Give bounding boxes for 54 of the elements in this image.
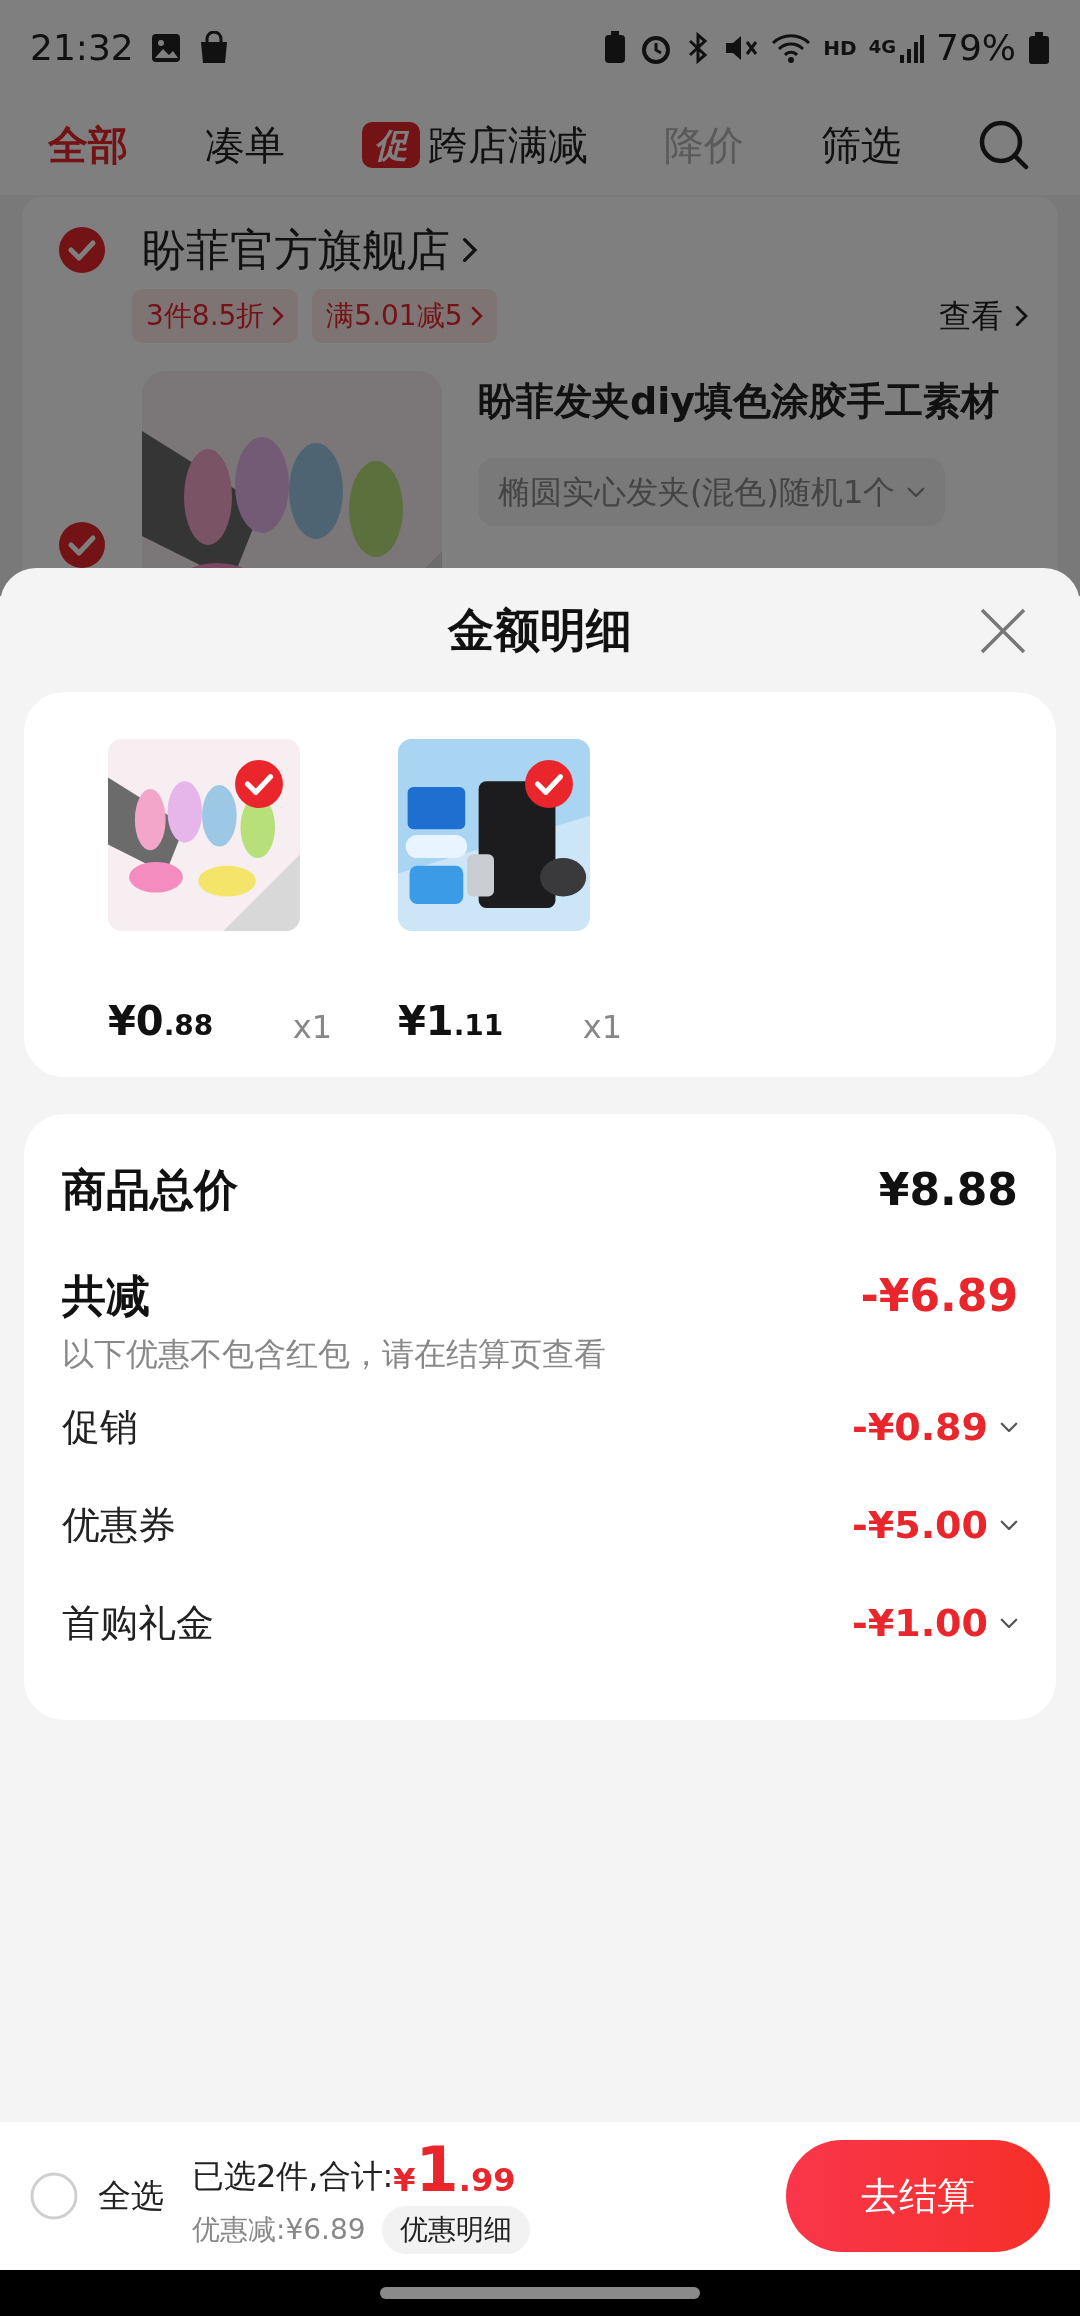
- chevron-right-icon: [470, 306, 483, 326]
- select-all-checkbox[interactable]: [30, 2172, 78, 2220]
- selected-summary: 已选2件,合计:: [192, 2156, 394, 2197]
- total-value: ¥8.88: [878, 1163, 1018, 1217]
- chevron-down-icon: [1000, 1519, 1018, 1531]
- product-check-icon[interactable]: [58, 521, 106, 569]
- battery-percent: 79%: [936, 25, 1016, 70]
- discount-label: 共减: [62, 1269, 150, 1323]
- item-check-icon[interactable]: [234, 759, 284, 809]
- status-time: 21:32: [30, 25, 134, 70]
- discount-row-value[interactable]: -¥5.00: [852, 1496, 1018, 1554]
- discount-row-label: 优惠券: [62, 1501, 176, 1549]
- chevron-right-icon: [272, 306, 285, 326]
- filter-tab[interactable]: 全部: [48, 115, 128, 175]
- filter-tab[interactable]: 筛选: [821, 115, 902, 175]
- network-label: 4G: [868, 34, 896, 59]
- filter-tab[interactable]: 凑单: [204, 115, 285, 175]
- filter-tab[interactable]: 促 跨店满减: [361, 115, 588, 175]
- discount-value: -¥6.89: [860, 1269, 1018, 1323]
- discount-summary: 优惠减:¥6.89: [192, 2212, 366, 2248]
- sheet-title: 金额明细: [448, 601, 632, 659]
- view-link[interactable]: 查看: [938, 292, 1028, 340]
- select-all-label: 全选: [98, 2175, 164, 2218]
- chevron-right-icon: [462, 237, 478, 263]
- close-icon[interactable]: [978, 606, 1028, 656]
- image-icon: [149, 31, 182, 64]
- chevron-down-icon: [1000, 1617, 1018, 1629]
- promo-tag[interactable]: 满5.01减5: [312, 289, 497, 343]
- promo-badge: 促: [361, 122, 420, 168]
- discount-row-label: 促销: [62, 1403, 138, 1451]
- total-label: 商品总价: [62, 1163, 238, 1217]
- promo-tag[interactable]: 3件8.5折: [132, 289, 299, 343]
- discount-detail-button[interactable]: 优惠明细: [381, 2206, 530, 2254]
- battery-icon: [1028, 30, 1050, 65]
- discount-row-label: 首购礼金: [62, 1599, 214, 1647]
- total-price: ¥1.99: [393, 2138, 516, 2204]
- signal-icon: [900, 32, 924, 63]
- chevron-right-icon: [1014, 305, 1028, 327]
- checkout-button[interactable]: 去结算: [786, 2140, 1050, 2252]
- item-price: ¥0.88: [108, 997, 214, 1046]
- discount-row-value[interactable]: -¥1.00: [852, 1594, 1018, 1652]
- chevron-down-icon: [907, 486, 926, 498]
- store-check-icon[interactable]: [58, 226, 106, 274]
- chevron-down-icon: [1000, 1421, 1018, 1433]
- item-quantity: x1: [582, 1007, 622, 1048]
- discount-row-value[interactable]: -¥0.89: [852, 1398, 1018, 1456]
- store-name[interactable]: 盼菲官方旗舰店: [142, 217, 478, 283]
- item-price: ¥1.11: [398, 997, 504, 1046]
- item-check-icon[interactable]: [524, 759, 574, 809]
- item-quantity: x1: [292, 1007, 332, 1048]
- discount-note: 以下优惠不包含红包，请在结算页查看: [62, 1334, 607, 1375]
- hd-label: HD: [823, 34, 857, 62]
- search-icon[interactable]: [978, 119, 1030, 171]
- product-title: 盼菲发夹diy填色涂胶手工素材: [478, 378, 999, 425]
